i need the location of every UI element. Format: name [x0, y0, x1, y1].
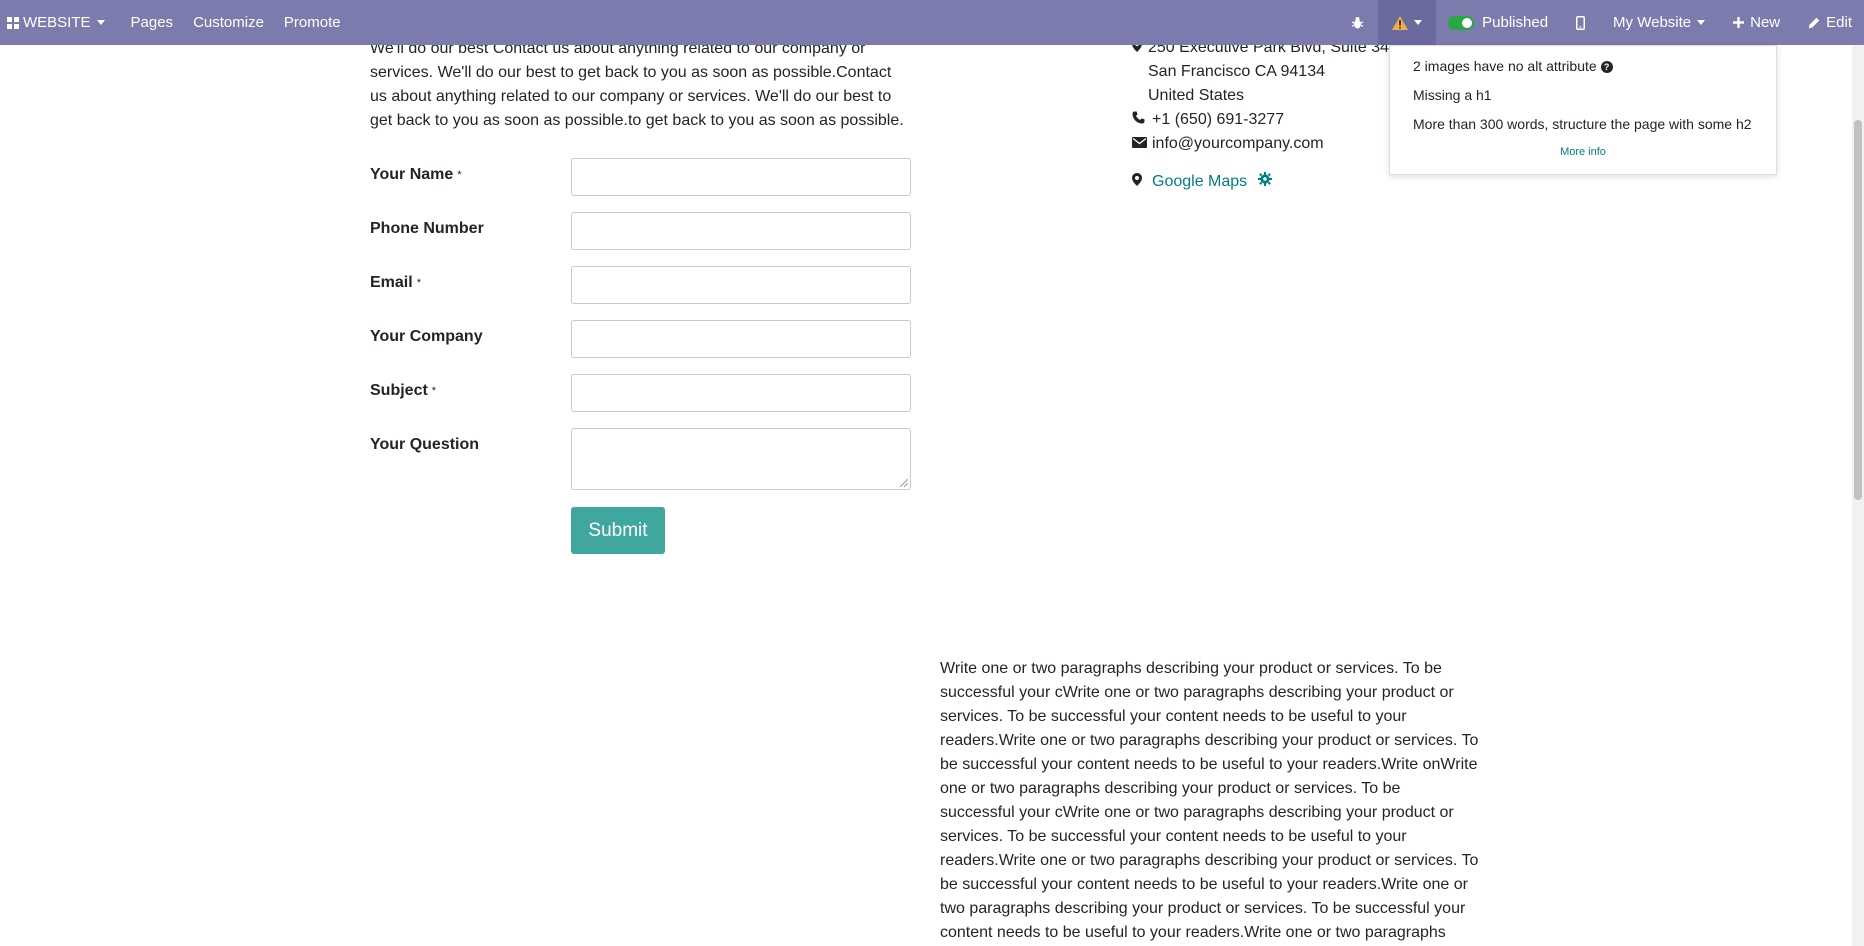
paragraph-line: content needs to be useful to your reade…	[940, 924, 1446, 941]
address-text: San Francisco CA 94134	[1148, 63, 1325, 80]
intro-line: get back to you as soon as possible.to g…	[370, 112, 904, 129]
caret-down-icon	[1697, 20, 1706, 25]
paragraph-line: successful your cWrite one or two paragr…	[940, 684, 1454, 701]
field-label-text: Email	[370, 274, 413, 291]
seo-warning-item: Missing a h1	[1413, 87, 1492, 103]
help-icon[interactable]: ?	[1600, 61, 1613, 74]
publish-label: Published	[1482, 14, 1549, 31]
subject-input[interactable]	[571, 374, 911, 412]
pencil-icon	[1808, 17, 1820, 29]
your-name-label: Your Name *	[370, 166, 462, 184]
app-menu-button[interactable]: WEBSITE	[0, 0, 115, 45]
scrollbar-thumb[interactable]	[1854, 120, 1862, 500]
email-input[interactable]	[571, 266, 911, 304]
seo-warnings-dropdown: 2 images have no alt attribute? Missing …	[1389, 45, 1777, 175]
debug-button[interactable]	[1337, 0, 1378, 45]
paragraph-line: Write one or two paragraphs describing y…	[940, 660, 1442, 677]
paragraph-line: two paragraphs describing your product o…	[940, 900, 1466, 917]
navbar-right-group: Published My Website New Edit	[1337, 0, 1864, 45]
intro-line: services. We'll do our best to get back …	[370, 64, 892, 81]
promote-menu[interactable]: Promote	[274, 0, 351, 45]
your-name-input[interactable]	[571, 158, 911, 196]
phone-line: +1 (650) 691-3277	[1132, 111, 1284, 129]
subject-label: Subject *	[370, 382, 436, 400]
paragraph-line: services. To be successful your content …	[940, 708, 1407, 725]
plus-icon	[1733, 17, 1745, 28]
caret-down-icon	[1414, 20, 1423, 25]
mobile-preview-button[interactable]	[1562, 0, 1599, 45]
address-line-2: San Francisco CA 94134	[1132, 63, 1325, 81]
your-question-label: Your Question	[370, 436, 480, 453]
publish-toggle[interactable]: Published	[1436, 0, 1562, 45]
contact-intro-text: We'll do our best Contact us about anyth…	[370, 37, 910, 133]
field-label-text: Subject	[370, 382, 428, 399]
pages-menu[interactable]: Pages	[115, 0, 184, 45]
toggle-switch-icon	[1448, 15, 1475, 30]
phone-text: +1 (650) 691-3277	[1152, 111, 1285, 128]
seo-warning-item: 2 images have no alt attribute?	[1413, 58, 1613, 74]
new-label: New	[1750, 14, 1781, 31]
more-info-link[interactable]: More info	[1390, 146, 1776, 158]
phone-number-label: Phone Number	[370, 220, 484, 237]
new-button[interactable]: New	[1719, 0, 1794, 45]
bug-icon	[1351, 16, 1364, 30]
envelope-icon	[1132, 135, 1148, 153]
grid-icon	[7, 16, 19, 29]
app-menu-label: WEBSITE	[23, 14, 91, 31]
field-label-text: Your Name	[370, 166, 454, 183]
required-marker: *	[457, 168, 462, 181]
paragraph-line: services. To be successful your content …	[940, 828, 1407, 845]
paragraph-line: readers.Write one or two paragraphs desc…	[940, 732, 1479, 749]
warning-icon	[1392, 15, 1409, 30]
email-line: info@yourcompany.com	[1132, 135, 1324, 153]
email-text: info@yourcompany.com	[1152, 135, 1324, 152]
product-description-paragraph: Write one or two paragraphs describing y…	[940, 657, 1480, 945]
seo-warning-button[interactable]	[1378, 0, 1437, 45]
mobile-icon	[1576, 15, 1586, 30]
phone-icon	[1132, 111, 1148, 129]
email-label: Email *	[370, 274, 421, 292]
required-marker: *	[416, 276, 421, 289]
website-switcher[interactable]: My Website	[1599, 0, 1719, 45]
paragraph-line: be successful your content needs to be u…	[940, 756, 1478, 773]
resize-handle-icon[interactable]	[900, 479, 908, 487]
intro-line: us about anything related to our company…	[370, 88, 892, 105]
google-maps-link[interactable]: Google Maps	[1152, 173, 1247, 190]
address-text: United States	[1148, 87, 1245, 104]
paragraph-line: readers.Write one or two paragraphs desc…	[940, 852, 1479, 869]
map-marker-icon	[1132, 172, 1148, 191]
gear-icon[interactable]	[1257, 172, 1272, 191]
your-question-textarea[interactable]	[571, 428, 911, 490]
caret-down-icon	[96, 20, 105, 25]
seo-warning-text: 2 images have no alt attribute	[1413, 58, 1597, 74]
edit-label: Edit	[1826, 14, 1852, 31]
paragraph-line: successful your cWrite one or two paragr…	[940, 804, 1454, 821]
edit-button[interactable]: Edit	[1794, 0, 1864, 45]
your-company-input[interactable]	[571, 320, 911, 358]
customize-menu[interactable]: Customize	[183, 0, 274, 45]
paragraph-line: one or two paragraphs describing your pr…	[940, 780, 1401, 797]
required-marker: *	[431, 384, 437, 397]
submit-button[interactable]: Submit	[571, 507, 665, 554]
google-maps-line: Google Maps	[1132, 172, 1272, 191]
seo-warning-item: More than 300 words, structure the page …	[1413, 116, 1752, 132]
top-navbar: WEBSITE Pages Customize Promote Publishe…	[0, 0, 1864, 45]
your-company-label: Your Company	[370, 328, 483, 345]
paragraph-line: be successful your content needs to be u…	[940, 876, 1468, 893]
website-switcher-label: My Website	[1613, 14, 1692, 31]
page-scrollbar[interactable]	[1852, 45, 1864, 946]
address-line-3: United States	[1132, 87, 1244, 105]
phone-number-input[interactable]	[571, 212, 911, 250]
